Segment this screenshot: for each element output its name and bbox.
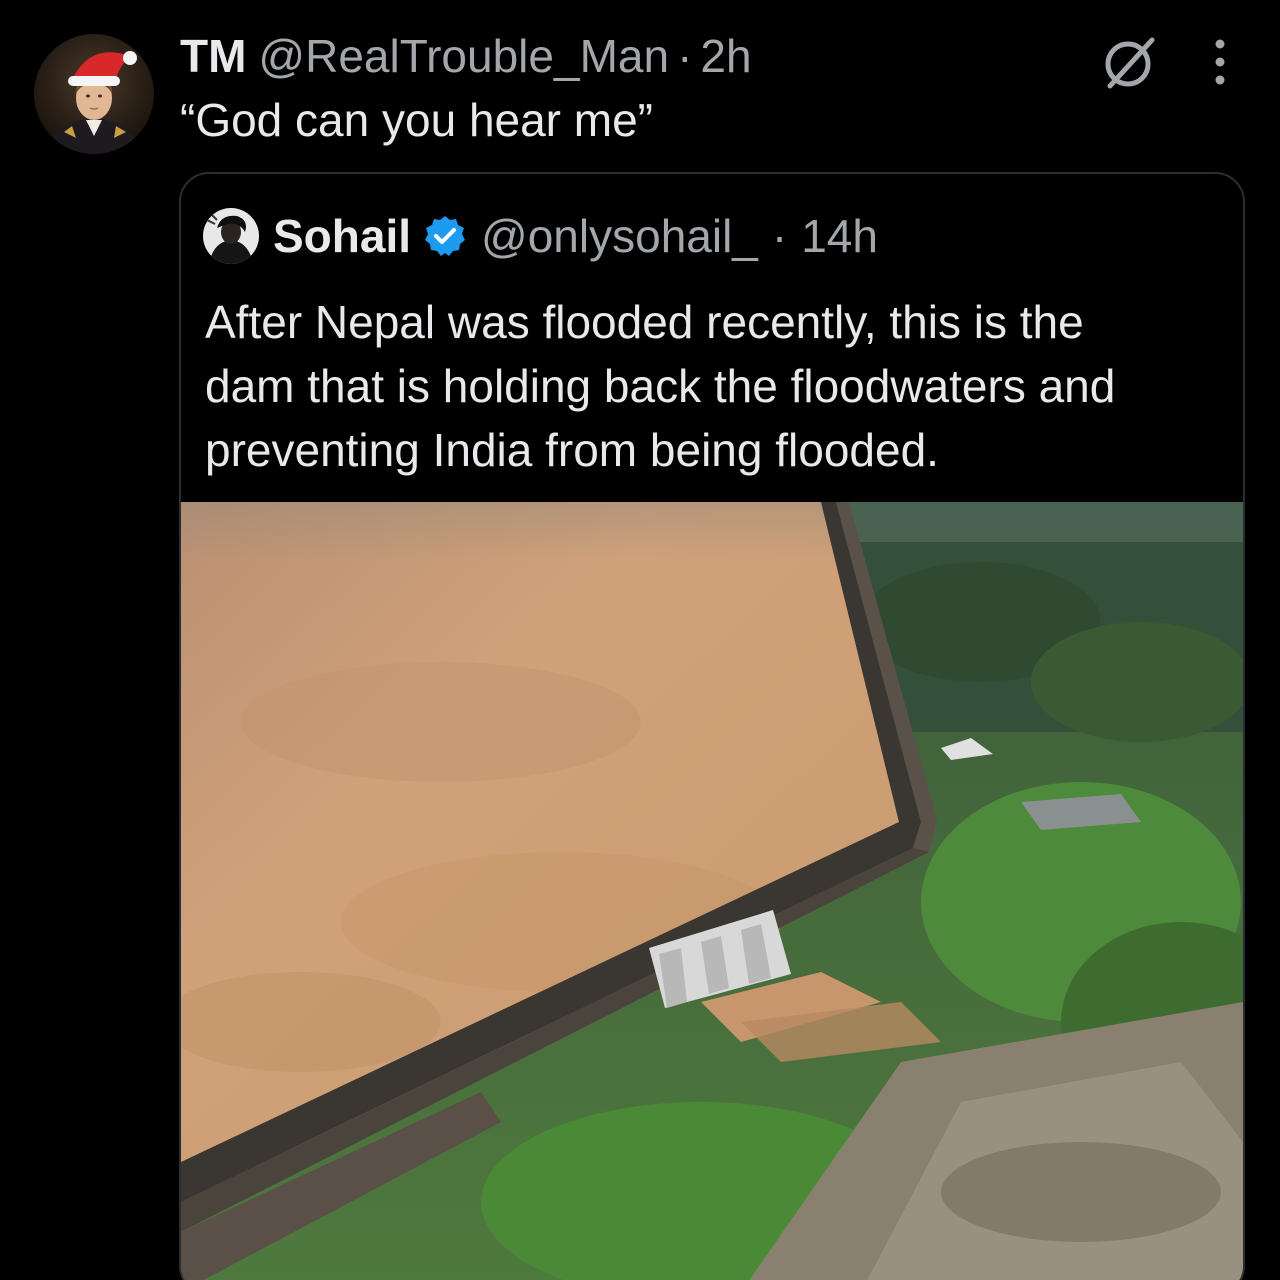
quoted-media-video[interactable] xyxy=(181,502,1243,1280)
quoted-avatar-image xyxy=(203,208,259,264)
tweet: TM @RealTrouble_Man · 2h “God can you he… xyxy=(0,0,1280,1280)
quoted-post-time[interactable]: 14h xyxy=(801,208,878,264)
tweet-header: TM @RealTrouble_Man · 2h xyxy=(180,28,752,84)
author-name[interactable]: TM xyxy=(180,28,246,84)
quoted-avatar[interactable] xyxy=(203,208,259,264)
quoted-tweet-card[interactable]: Sohail @onlysohail_ · 14h After Nepal wa… xyxy=(179,172,1245,1280)
author-handle[interactable]: @RealTrouble_Man xyxy=(258,28,669,84)
tweet-text: “God can you hear me” xyxy=(180,94,654,146)
avatar[interactable] xyxy=(34,34,154,154)
quoted-text-line: After Nepal was flooded recently, this i… xyxy=(205,296,1084,348)
quoted-tweet-text: After Nepal was flooded recently, this i… xyxy=(205,290,1225,482)
quoted-author-name[interactable]: Sohail xyxy=(273,208,411,264)
avatar-image xyxy=(34,34,154,154)
separator-dot: · xyxy=(677,30,693,82)
quoted-text-line: preventing India from being flooded. xyxy=(205,424,939,476)
quoted-author-handle[interactable]: @onlysohail_ xyxy=(481,208,758,264)
verified-badge-icon xyxy=(423,214,467,258)
dam-aerial-image xyxy=(181,502,1243,1280)
quoted-separator-dot: · xyxy=(771,210,788,262)
more-options-icon[interactable] xyxy=(1200,30,1240,94)
grok-icon[interactable] xyxy=(1098,30,1162,94)
post-time[interactable]: 2h xyxy=(700,28,751,84)
quoted-text-line: dam that is holding back the floodwaters… xyxy=(205,360,1116,412)
quoted-tweet-header: Sohail @onlysohail_ · 14h xyxy=(203,208,878,264)
